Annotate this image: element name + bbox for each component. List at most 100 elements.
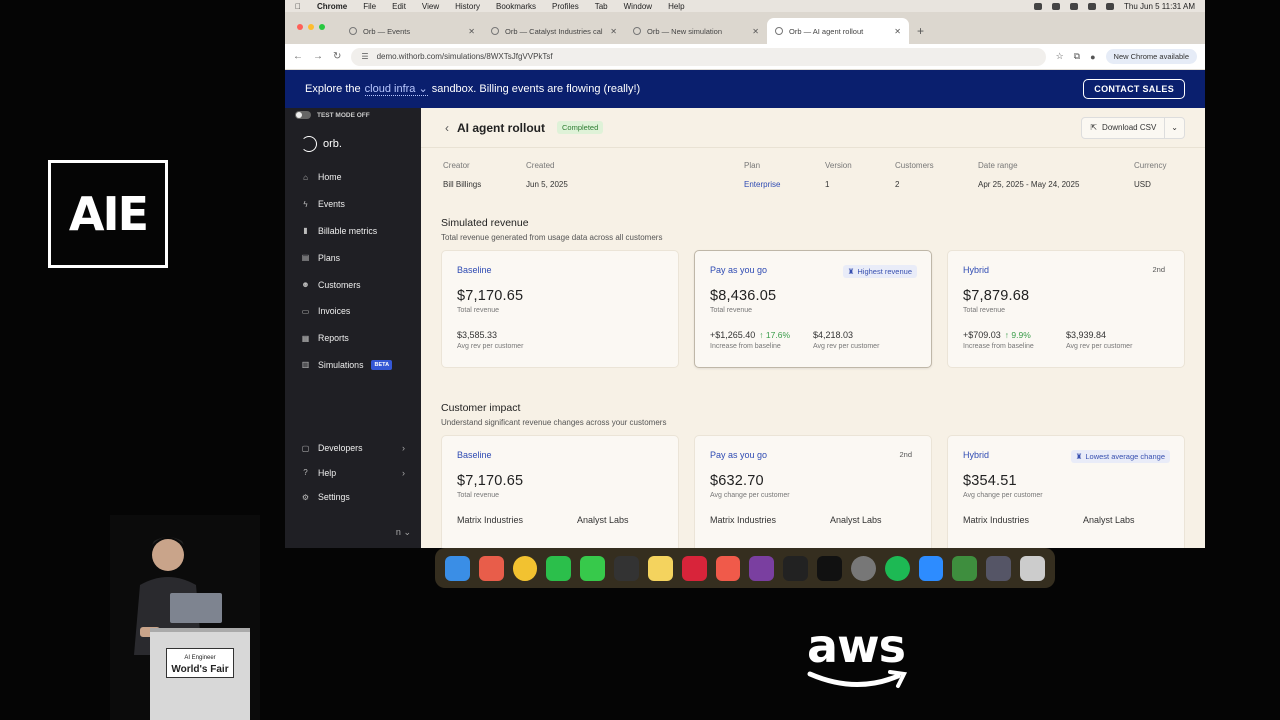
badge-label: Lowest average change	[1085, 452, 1165, 461]
extensions-icon[interactable]: ⧉	[1074, 51, 1080, 62]
apple-icon[interactable]: 	[295, 2, 301, 11]
revenue-card-baseline[interactable]: Baseline $7,170.65 Total revenue $3,585.…	[441, 250, 679, 368]
meta-version: Version 1	[825, 161, 852, 189]
site-info-icon[interactable]: ☰	[361, 52, 368, 61]
impact-card-baseline[interactable]: Baseline $7,170.65 Total revenue Matrix …	[441, 435, 679, 548]
main-content: ‹ AI agent rollout Completed ⇱ Download C…	[421, 108, 1205, 548]
battery-icon[interactable]	[1105, 2, 1114, 10]
browser-tab[interactable]: Orb — Catalyst Industries cal ✕	[483, 18, 625, 44]
document-icon[interactable]	[986, 555, 1012, 581]
card-value: $632.70	[710, 473, 764, 489]
close-window-button[interactable]	[297, 24, 303, 30]
card-stats: $3,585.33 Avg rev per customer	[457, 330, 663, 350]
app-icon[interactable]	[681, 555, 707, 581]
impact-card-pay-as-you-go[interactable]: Pay as you go 2nd $632.70 Avg change per…	[694, 435, 932, 548]
profile-icon[interactable]: ●	[1090, 52, 1095, 62]
reload-icon[interactable]: ↻	[333, 51, 341, 62]
sandbox-selector[interactable]: cloud infra ⌄	[364, 82, 428, 96]
close-tab-icon[interactable]: ✕	[610, 27, 617, 36]
wifi-icon[interactable]	[1087, 2, 1096, 10]
card-value-label: Avg change per customer	[963, 492, 1043, 499]
status-icon[interactable]	[1069, 2, 1078, 10]
menubar-clock[interactable]: Thu Jun 5 11:31 AM	[1124, 2, 1195, 11]
impact-card-hybrid[interactable]: Hybrid ♜ Lowest average change $354.51 Av…	[947, 435, 1185, 548]
toggle-switch[interactable]	[295, 111, 311, 119]
system-settings-icon[interactable]	[850, 555, 876, 581]
meta-currency: Currency USD	[1134, 161, 1166, 189]
menu-window[interactable]: Window	[624, 2, 652, 11]
close-tab-icon[interactable]: ✕	[468, 27, 475, 36]
menu-profiles[interactable]: Profiles	[552, 2, 579, 11]
new-tab-icon[interactable]: +	[909, 24, 932, 44]
terminal-icon[interactable]	[817, 555, 842, 581]
plan-link[interactable]: Enterprise	[744, 180, 780, 189]
menu-help[interactable]: Help	[668, 2, 684, 11]
notes-icon[interactable]	[647, 555, 673, 581]
app-icon[interactable]	[952, 555, 978, 581]
menu-app[interactable]: Chrome	[317, 2, 347, 11]
back-arrow-icon[interactable]: ←	[293, 51, 303, 62]
browser-tab[interactable]: Orb — New simulation ✕	[625, 18, 767, 44]
url-field[interactable]: ☰ demo.withorb.com/simulations/8WXTsJfgV…	[351, 47, 1046, 66]
sidebar-item-home[interactable]: ⌂ Home	[285, 164, 421, 191]
finder-icon[interactable]	[445, 555, 470, 581]
sidebar-item-billable-metrics[interactable]: ▮ Billable metrics	[285, 218, 421, 245]
test-mode-toggle[interactable]: TEST MODE OFF	[285, 108, 421, 122]
menu-edit[interactable]: Edit	[392, 2, 406, 11]
plans-icon: ▤	[301, 253, 310, 263]
spotify-icon[interactable]	[884, 555, 910, 581]
app-icon[interactable]	[715, 555, 741, 581]
bookmark-star-icon[interactable]: ☆	[1056, 51, 1064, 62]
menu-file[interactable]: File	[363, 2, 376, 11]
sidebar-item-customers[interactable]: ☻ Customers	[285, 271, 421, 298]
figma-icon[interactable]	[783, 555, 809, 581]
sidebar-item-developers[interactable]: ▢ Developers ›	[285, 436, 421, 461]
minimize-window-button[interactable]	[308, 24, 314, 30]
sandbox-selector-label: cloud infra	[364, 83, 416, 95]
trash-icon[interactable]	[1020, 555, 1045, 581]
sidebar-item-simulations[interactable]: ▥ Simulations BETA	[285, 352, 421, 379]
sidebar-item-invoices[interactable]: ▭ Invoices	[285, 298, 421, 325]
company-list: Matrix Industries Analyst Labs	[963, 515, 1169, 525]
revenue-card-pay-as-you-go[interactable]: Pay as you go ♜ Highest revenue $8,436.05…	[694, 250, 932, 368]
revenue-card-hybrid[interactable]: Hybrid 2nd $7,879.68 Total revenue +$709…	[947, 250, 1185, 368]
launchpad-icon[interactable]	[478, 555, 504, 581]
menu-history[interactable]: History	[455, 2, 480, 11]
zoom-icon[interactable]	[918, 555, 944, 581]
chrome-icon[interactable]	[512, 555, 538, 581]
close-tab-icon[interactable]: ✕	[894, 27, 901, 36]
meta-value: USD	[1134, 180, 1151, 189]
forward-arrow-icon[interactable]: →	[313, 51, 323, 62]
sidebar-item-label: Developers	[318, 443, 363, 454]
browser-tab-active[interactable]: Orb — AI agent rollout ✕	[767, 18, 909, 44]
slack-icon[interactable]	[749, 555, 775, 581]
sidebar-item-events[interactable]: ϟ Events	[285, 191, 421, 218]
status-badge: Completed	[557, 121, 604, 134]
close-tab-icon[interactable]: ✕	[752, 27, 759, 36]
chevron-down-icon[interactable]: ⌄	[1165, 123, 1184, 132]
chrome-update-button[interactable]: New Chrome available	[1105, 49, 1197, 64]
sidebar-item-help[interactable]: ? Help ›	[285, 461, 421, 486]
layers-app-icon[interactable]	[614, 555, 639, 581]
download-csv-main[interactable]: ⇱ Download CSV	[1082, 117, 1166, 138]
orb-logo[interactable]: orb.	[285, 122, 421, 164]
company-name: Analyst Labs	[577, 515, 629, 525]
status-icon[interactable]	[1033, 2, 1042, 10]
menu-bookmarks[interactable]: Bookmarks	[496, 2, 536, 11]
menu-tab[interactable]: Tab	[595, 2, 608, 11]
menu-view[interactable]: View	[422, 2, 439, 11]
company-list: Matrix Industries Analyst Labs	[710, 515, 916, 525]
sidebar-item-settings[interactable]: ⚙ Settings	[285, 485, 421, 510]
browser-tab[interactable]: Orb — Events ✕	[341, 18, 483, 44]
sidebar-item-reports[interactable]: ▦ Reports	[285, 325, 421, 352]
status-icon[interactable]	[1051, 2, 1060, 10]
contact-sales-button[interactable]: CONTACT SALES	[1083, 79, 1185, 99]
zoom-window-button[interactable]	[319, 24, 325, 30]
back-chevron-icon[interactable]: ‹	[445, 121, 449, 135]
facetime-icon[interactable]	[546, 555, 572, 581]
download-csv-button[interactable]: ⇱ Download CSV ⌄	[1081, 116, 1185, 139]
messages-icon[interactable]	[580, 555, 606, 581]
account-menu[interactable]: n ⌄	[396, 527, 411, 538]
company-name: Analyst Labs	[830, 515, 882, 525]
sidebar-item-plans[interactable]: ▤ Plans	[285, 244, 421, 271]
